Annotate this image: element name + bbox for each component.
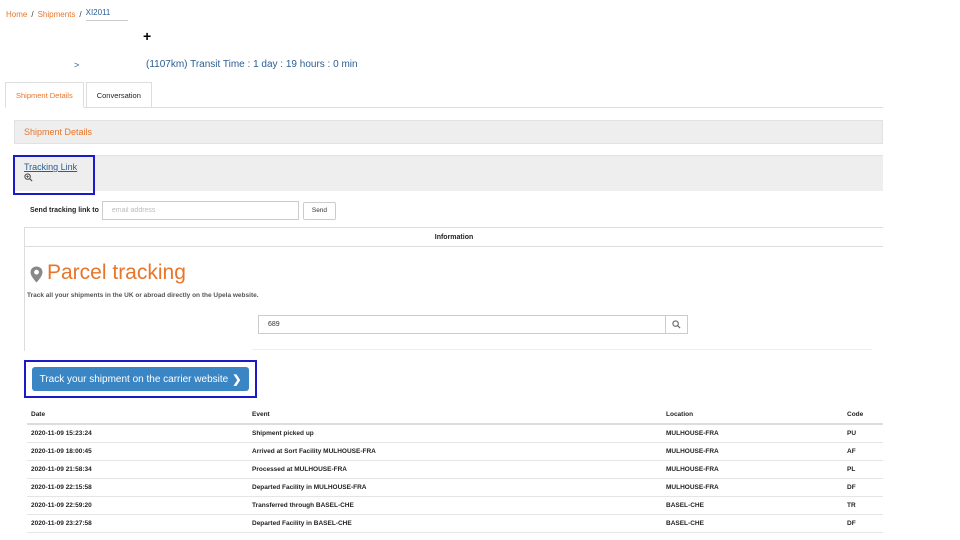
breadcrumb-home[interactable]: Home [6,10,27,19]
column-header-date: Date [27,406,248,425]
tab-bar: Shipment Details Conversation [5,82,883,108]
column-header-code: Code [843,406,883,425]
table-row: 2020-11-09 18:00:45 Arrived at Sort Faci… [27,442,883,461]
cell-location: MULHOUSE-FRA [662,478,843,497]
send-button[interactable]: Send [302,201,337,220]
tracking-events-table: Date Event Location Code 2020-11-09 15:2… [27,406,883,533]
breadcrumb-separator: / [31,10,34,19]
cell-location: BASEL-CHE [662,514,843,533]
route-arrow-icon: > [74,60,80,70]
send-tracking-row: Send tracking link to Send [30,201,337,220]
carrier-button-label: Track your shipment on the carrier websi… [39,373,229,385]
parcel-tracking-heading: Parcel tracking [47,261,186,284]
cell-code: DF [843,478,883,497]
cell-code: PL [843,460,883,479]
cell-event: Departed Facility in MULHOUSE-FRA [248,478,662,497]
divider [252,349,872,350]
table-row: 2020-11-09 22:59:20 Transferred through … [27,496,883,515]
breadcrumb-separator: / [79,10,82,19]
tracking-link-band [14,155,883,191]
transit-time: (1107km) Transit Time : 1 day : 19 hours… [146,59,358,70]
cell-date: 2020-11-09 15:23:24 [27,424,248,443]
shipment-details-panel-header[interactable]: Shipment Details [14,120,883,144]
cell-code: PU [843,424,883,443]
table-row: 2020-11-09 21:58:34 Processed at MULHOUS… [27,460,883,479]
chevron-right-icon: ❯ [232,373,242,386]
email-field[interactable] [101,201,299,220]
parcel-tracking-subtitle: Track all your shipments in the UK or ab… [27,292,259,299]
tracking-number-input[interactable] [258,315,666,334]
table-row: 2020-11-09 22:15:58 Departed Facility in… [27,478,883,497]
information-header: Information [25,228,883,247]
breadcrumb: Home / Shipments / XI2011 [6,8,128,21]
cell-event: Processed at MULHOUSE-FRA [248,460,662,479]
zoom-icon[interactable] [24,173,93,184]
carrier-button-highlight: Track your shipment on the carrier websi… [24,360,257,398]
send-tracking-label: Send tracking link to [30,207,99,214]
cell-event: Transferred through BASEL-CHE [248,496,662,515]
cell-date: 2020-11-09 22:15:58 [27,478,248,497]
breadcrumb-current: XI2011 [85,8,128,21]
cell-date: 2020-11-09 21:58:34 [27,460,248,479]
search-button[interactable] [665,315,688,334]
map-pin-icon [30,265,43,282]
cell-event: Arrived at Sort Facility MULHOUSE-FRA [248,442,662,461]
column-header-location: Location [662,406,843,425]
cell-event: Shipment picked up [248,424,662,443]
column-header-event: Event [248,406,662,425]
breadcrumb-shipments[interactable]: Shipments [38,10,76,19]
tracking-link[interactable]: Tracking Link [24,162,93,172]
search-icon [672,317,681,332]
table-row: 2020-11-09 15:23:24 Shipment picked up M… [27,424,883,443]
table-header-row: Date Event Location Code [27,406,883,425]
cell-location: MULHOUSE-FRA [662,424,843,443]
tracking-link-highlight: Tracking Link [13,155,95,195]
cell-code: TR [843,496,883,515]
cell-code: AF [843,442,883,461]
tab-shipment-details[interactable]: Shipment Details [5,82,84,108]
cell-date: 2020-11-09 22:59:20 [27,496,248,515]
cell-event: Departed Facility in BASEL-CHE [248,514,662,533]
cell-location: MULHOUSE-FRA [662,442,843,461]
parcel-tracking-title: Parcel tracking [30,261,186,285]
cell-location: MULHOUSE-FRA [662,460,843,479]
cell-date: 2020-11-09 18:00:45 [27,442,248,461]
cell-code: DF [843,514,883,533]
tab-conversation[interactable]: Conversation [85,82,152,108]
cell-date: 2020-11-09 23:27:58 [27,514,248,533]
table-row: 2020-11-09 23:27:58 Departed Facility in… [27,514,883,533]
cell-location: BASEL-CHE [662,496,843,515]
track-carrier-website-button[interactable]: Track your shipment on the carrier websi… [32,367,249,391]
plus-icon: + [143,28,152,44]
